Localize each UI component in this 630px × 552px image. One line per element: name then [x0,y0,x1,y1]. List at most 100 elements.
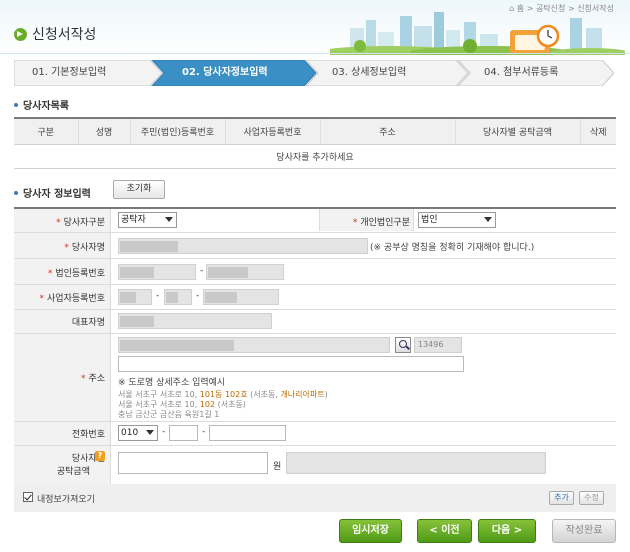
title-bullet-icon [14,27,27,41]
table-header-row: 구분 성명 주민(법인)등록번호 사업자등록번호 주소 당사자별 공탁금액 삭제 [14,117,616,145]
corp-reg-no-label-text: 법인등록번호 [55,269,105,279]
biz-reg-no-input-2[interactable] [164,289,192,305]
step-3: 03. 상세정보입력 [332,67,407,78]
phone-area-select[interactable]: 010 [118,425,158,441]
party-list-heading: 당사자목록 [14,97,69,112]
divider [14,445,616,446]
phone-last-input[interactable] [209,425,286,441]
redacted-value [166,292,178,303]
phone-mid-input[interactable] [169,425,198,441]
party-type-label: * 당사자구분 [56,218,105,228]
page-title: 신청서작성 [32,27,97,43]
name-label: * 당사자명 [64,243,105,253]
step-2-active: 02. 당사자정보입력 [182,67,268,78]
redacted-value [208,267,248,278]
redacted-value [120,316,154,327]
divider [14,284,616,285]
search-icon[interactable] [395,337,411,353]
zip-code-input[interactable]: 13496 [414,337,462,353]
breadcrumb-crumb2: 신청서작성 [577,4,614,13]
redacted-value [120,241,178,252]
load-my-info-checkbox[interactable] [23,492,33,502]
party-input-title: 당사자 정보입력 [23,189,91,200]
chevron-down-icon [165,217,173,222]
step-1: 01. 기본정보입력 [32,67,107,78]
example-text: (서초동, [247,390,281,399]
divider [14,232,616,233]
corp-reg-no-label: * 법인등록번호 [47,269,105,279]
address-detail-input[interactable] [118,356,464,372]
dash: - [162,427,166,437]
redacted-value [120,267,154,278]
address-example-title: ※ 도로명 상세주소 입력예시 [118,378,226,388]
col-delete: 삭제 [579,117,616,145]
divider [0,53,630,54]
example-text: (서초동) [215,400,246,409]
example-text: 서울 서초구 서초로 10, [118,400,200,409]
step-indicator: 01. 기본정보입력 02. 당사자정보입력 03. 상세정보입력 04. 첨부… [14,60,614,86]
example-text: 충남 금산군 금산읍 육원1길 1 [118,410,220,419]
address-input[interactable] [118,337,390,353]
load-my-info-label[interactable]: 내정보가져오기 [37,492,95,505]
col-amount: 당사자별 공탁금액 [454,117,580,145]
biz-reg-no-input-3[interactable] [203,289,279,305]
dash: - [156,291,160,301]
amount-input[interactable] [118,452,268,474]
redacted-value [205,292,237,303]
complete-button[interactable]: 작성완료 [552,519,616,543]
divider [14,309,616,310]
representative-input[interactable] [118,313,272,329]
col-type: 구분 [14,117,78,145]
example-highlight: 개나리아파트 [280,390,325,399]
complete-label: 작성완료 [565,525,603,536]
amount-label-2: 공탁금액 [14,464,90,477]
entity-type-label-text: 개인법인구분 [360,218,410,228]
phone-label-text: 전화번호 [71,430,105,440]
prev-button[interactable]: < 이전 [417,519,472,543]
breadcrumb-separator: > [526,4,534,13]
reset-button[interactable]: 초기화 [113,180,165,199]
col-reg-no: 주민(법인)등록번호 [129,117,225,145]
col-address: 주소 [319,117,455,145]
entity-type-label: * 개인법인구분 [352,218,410,228]
form-bottom-bar: 내정보가져오기 추가 수정 [14,484,616,512]
name-input[interactable] [118,238,368,254]
party-type-label-text: 당사자구분 [63,218,105,228]
name-note: (※ 공부상 명칭을 정확히 기재해야 합니다.) [370,243,535,253]
chevron-down-icon [484,217,492,222]
biz-reg-no-label-text: 사업자등록번호 [47,294,105,304]
entity-type-select[interactable]: 법인 [418,212,496,228]
party-list-table: 구분 성명 주민(법인)등록번호 사업자등록번호 주소 당사자별 공탁금액 삭제… [14,117,616,169]
divider [14,333,616,334]
biz-reg-no-input-1[interactable] [118,289,152,305]
col-biz-no: 사업자등록번호 [224,117,320,145]
party-type-select[interactable]: 공탁자 [118,212,177,228]
address-example-3: 충남 금산군 금산읍 육원1길 1 [118,409,219,420]
home-icon[interactable]: ⌂ [509,4,514,13]
next-button[interactable]: 다음 > [478,519,536,543]
party-input-form: * 당사자구분 공탁자 * 개인법인구분 법인 * 당사자명 (※ 공부상 명칭을 정… [14,207,616,512]
address-label-text: 주소 [88,374,105,384]
phone-area-value: 010 [121,428,139,438]
name-label-text: 당사자명 [71,243,105,253]
biz-reg-no-label: * 사업자등록번호 [39,294,105,304]
temp-save-button[interactable]: 임시저장 [339,519,402,543]
help-icon[interactable]: ? [95,451,105,461]
col-name: 성명 [77,117,130,145]
breadcrumb-separator: > [567,4,575,13]
divider [14,258,616,259]
dash: - [200,266,204,276]
party-type-value: 공탁자 [121,215,146,225]
party-list-title: 당사자목록 [23,101,69,112]
header: ⌂ 홈 > 공탁신청 > 신청서작성 신청서작성 [0,0,630,55]
breadcrumb-crumb1[interactable]: 공탁신청 [536,4,565,13]
breadcrumb-home[interactable]: 홈 [517,4,524,13]
edit-party-button[interactable]: 수정 [579,491,604,505]
add-party-button[interactable]: 추가 [549,491,574,505]
redacted-value [120,292,136,303]
representative-label: 대표자명 [14,315,105,328]
corp-reg-no-input-2[interactable] [206,264,284,280]
party-input-heading: 당사자 정보입력 [14,185,91,200]
amount-korean-display [286,452,546,474]
corp-reg-no-input-1[interactable] [118,264,196,280]
